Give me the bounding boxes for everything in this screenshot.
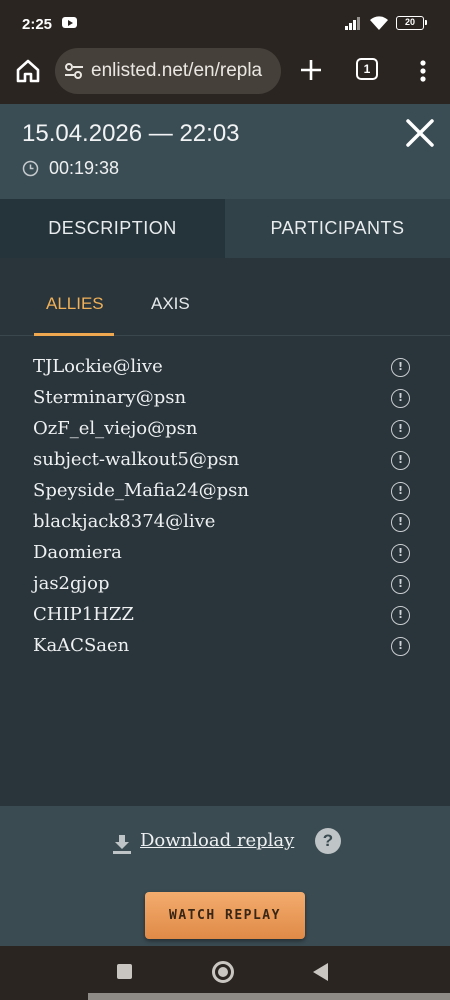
info-icon[interactable]: !: [391, 544, 410, 563]
tabs-icon[interactable]: 1: [356, 58, 378, 80]
active-tab-indicator: [34, 333, 114, 336]
player-name: OzF_el_viejo@psn: [33, 418, 198, 439]
player-list: TJLockie@live! Sterminary@psn! OzF_el_vi…: [0, 353, 450, 663]
battery-icon: 20: [396, 16, 427, 30]
player-name: blackjack8374@live: [33, 511, 216, 532]
participants-panel: ALLIES AXIS TJLockie@live! Sterminary@ps…: [0, 258, 450, 806]
url-text: enlisted.net/en/repla: [91, 60, 263, 81]
info-icon[interactable]: !: [391, 482, 410, 501]
site-settings-icon[interactable]: [64, 62, 84, 80]
tab-participants[interactable]: PARTICIPANTS: [225, 199, 450, 258]
download-icon[interactable]: [111, 833, 133, 855]
list-item: Speyside_Mafia24@psn!: [0, 477, 450, 508]
gesture-bar: [88, 993, 450, 1000]
signal-icon: [345, 16, 363, 30]
list-item: blackjack8374@live!: [0, 508, 450, 539]
download-replay-link[interactable]: Download replay: [140, 830, 294, 851]
close-icon[interactable]: [403, 116, 437, 150]
plus-icon[interactable]: [298, 57, 324, 83]
info-icon[interactable]: !: [391, 575, 410, 594]
tab-description[interactable]: DESCRIPTION: [0, 199, 225, 258]
info-icon[interactable]: !: [391, 420, 410, 439]
replay-header: 15.04.2026 — 22:03 00:19:38: [0, 104, 450, 199]
tab-axis[interactable]: AXIS: [151, 294, 190, 314]
info-icon[interactable]: !: [391, 389, 410, 408]
list-item: KaACSaen!: [0, 632, 450, 663]
help-icon[interactable]: ?: [315, 828, 341, 854]
list-item: OzF_el_viejo@psn!: [0, 415, 450, 446]
back-icon[interactable]: [313, 963, 328, 981]
recents-icon[interactable]: [117, 964, 132, 979]
home-circle-icon[interactable]: [212, 961, 234, 983]
info-icon[interactable]: !: [391, 637, 410, 656]
list-item: subject-walkout5@psn!: [0, 446, 450, 477]
info-icon[interactable]: !: [391, 358, 410, 377]
info-icon[interactable]: !: [391, 513, 410, 532]
list-item: TJLockie@live!: [0, 353, 450, 384]
url-bar[interactable]: enlisted.net/en/repla: [55, 48, 281, 94]
player-name: KaACSaen: [33, 635, 130, 656]
tab-allies[interactable]: ALLIES: [46, 294, 104, 314]
list-item: CHIP1HZZ!: [0, 601, 450, 632]
android-nav-bar: [0, 946, 450, 1000]
main-tabs: DESCRIPTION PARTICIPANTS: [0, 199, 450, 258]
player-name: CHIP1HZZ: [33, 604, 134, 625]
clock-icon: [22, 160, 39, 177]
replay-duration: 00:19:38: [49, 158, 120, 178]
info-icon[interactable]: !: [391, 451, 410, 470]
replay-footer: Download replay ? WATCH REPLAY: [0, 806, 450, 946]
home-icon[interactable]: [14, 57, 42, 85]
player-name: jas2gjop: [33, 573, 110, 594]
list-item: Daomiera!: [0, 539, 450, 570]
player-name: TJLockie@live: [33, 356, 163, 377]
watch-replay-button[interactable]: WATCH REPLAY: [145, 892, 305, 939]
info-icon[interactable]: !: [391, 606, 410, 625]
player-name: Sterminary@psn: [33, 387, 187, 408]
player-name: Daomiera: [33, 542, 122, 563]
list-item: Sterminary@psn!: [0, 384, 450, 415]
status-time: 2:25: [22, 16, 53, 33]
browser-toolbar: enlisted.net/en/repla 1: [0, 48, 450, 104]
replay-date-title: 15.04.2026 — 22:03: [22, 120, 240, 147]
youtube-icon: [62, 17, 77, 28]
player-name: subject-walkout5@psn: [33, 449, 240, 470]
status-bar: 2:25 20: [0, 0, 450, 48]
more-vert-icon[interactable]: [413, 58, 433, 84]
team-tabs: ALLIES AXIS: [0, 258, 450, 336]
wifi-icon: [370, 16, 388, 30]
list-item: jas2gjop!: [0, 570, 450, 601]
player-name: Speyside_Mafia24@psn: [33, 480, 249, 501]
